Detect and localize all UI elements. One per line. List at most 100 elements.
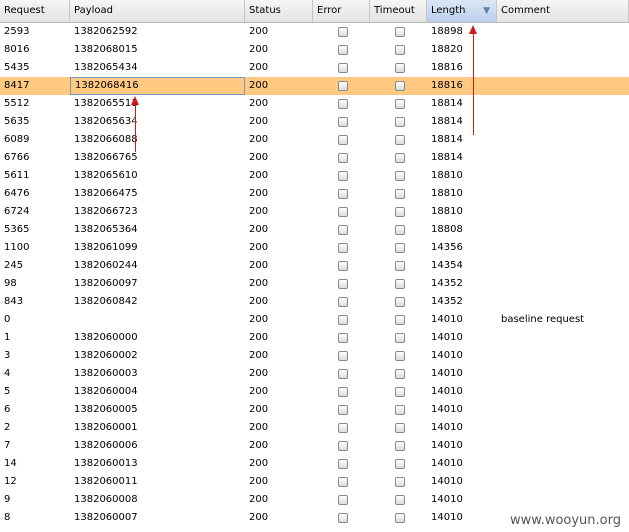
table-row[interactable]: 9 1382060008 200 14010 <box>0 491 629 509</box>
timeout-checkbox[interactable] <box>395 423 405 433</box>
column-header-payload[interactable]: Payload <box>70 0 245 22</box>
timeout-checkbox[interactable] <box>395 495 405 505</box>
error-checkbox[interactable] <box>338 459 348 469</box>
table-row[interactable]: 6766 1382066765 200 18814 <box>0 149 629 167</box>
error-checkbox[interactable] <box>338 153 348 163</box>
table-row[interactable]: 0 200 14010 baseline request <box>0 311 629 329</box>
error-checkbox[interactable] <box>338 261 348 271</box>
table-row[interactable]: 5 1382060004 200 14010 <box>0 383 629 401</box>
error-checkbox[interactable] <box>338 279 348 289</box>
error-checkbox[interactable] <box>338 171 348 181</box>
timeout-checkbox[interactable] <box>395 117 405 127</box>
error-checkbox[interactable] <box>338 81 348 91</box>
timeout-checkbox[interactable] <box>395 351 405 361</box>
timeout-checkbox[interactable] <box>395 243 405 253</box>
comment-cell <box>497 95 629 113</box>
table-row[interactable]: 4 1382060003 200 14010 <box>0 365 629 383</box>
error-checkbox[interactable] <box>338 387 348 397</box>
timeout-checkbox[interactable] <box>395 45 405 55</box>
table-row[interactable]: 8016 1382068015 200 18820 <box>0 41 629 59</box>
timeout-checkbox[interactable] <box>395 297 405 307</box>
timeout-checkbox[interactable] <box>395 63 405 73</box>
error-checkbox[interactable] <box>338 63 348 73</box>
timeout-checkbox[interactable] <box>395 441 405 451</box>
timeout-checkbox[interactable] <box>395 99 405 109</box>
payload-cell: 1382068416 <box>70 77 245 95</box>
error-checkbox[interactable] <box>338 405 348 415</box>
timeout-checkbox[interactable] <box>395 153 405 163</box>
table-row[interactable]: 6476 1382066475 200 18810 <box>0 185 629 203</box>
table-row[interactable]: 5435 1382065434 200 18816 <box>0 59 629 77</box>
error-checkbox[interactable] <box>338 477 348 487</box>
timeout-checkbox[interactable] <box>395 279 405 289</box>
request-cell: 4 <box>4 368 11 379</box>
table-row[interactable]: 6724 1382066723 200 18810 <box>0 203 629 221</box>
timeout-checkbox[interactable] <box>395 459 405 469</box>
column-header-error[interactable]: Error <box>313 0 370 22</box>
timeout-checkbox[interactable] <box>395 171 405 181</box>
request-cell: 245 <box>4 260 24 271</box>
timeout-checkbox[interactable] <box>395 27 405 37</box>
table-row[interactable]: 8417 1382068416 200 18816 <box>0 77 629 95</box>
table-row[interactable]: 6089 1382066088 200 18814 <box>0 131 629 149</box>
table-row[interactable]: 245 1382060244 200 14354 <box>0 257 629 275</box>
column-header-length[interactable]: Length ▼ <box>427 0 497 22</box>
error-checkbox[interactable] <box>338 243 348 253</box>
timeout-checkbox[interactable] <box>395 477 405 487</box>
table-row[interactable]: 5512 1382065511 200 18814 <box>0 95 629 113</box>
timeout-checkbox[interactable] <box>395 387 405 397</box>
column-header-comment[interactable]: Comment <box>497 0 629 22</box>
error-checkbox[interactable] <box>338 135 348 145</box>
error-checkbox[interactable] <box>338 423 348 433</box>
error-checkbox[interactable] <box>338 297 348 307</box>
timeout-checkbox[interactable] <box>395 261 405 271</box>
table-row[interactable]: 3 1382060002 200 14010 <box>0 347 629 365</box>
table-row[interactable]: 1100 1382061099 200 14356 <box>0 239 629 257</box>
timeout-checkbox[interactable] <box>395 513 405 523</box>
error-checkbox[interactable] <box>338 27 348 37</box>
error-checkbox[interactable] <box>338 513 348 523</box>
table-row[interactable]: 5611 1382065610 200 18810 <box>0 167 629 185</box>
table-row[interactable]: 12 1382060011 200 14010 <box>0 473 629 491</box>
timeout-checkbox[interactable] <box>395 405 405 415</box>
error-checkbox[interactable] <box>338 369 348 379</box>
timeout-checkbox[interactable] <box>395 207 405 217</box>
table-row[interactable]: 5635 1382065634 200 18814 <box>0 113 629 131</box>
error-checkbox[interactable] <box>338 333 348 343</box>
error-checkbox[interactable] <box>338 99 348 109</box>
table-row[interactable]: 98 1382060097 200 14352 <box>0 275 629 293</box>
status-cell: 200 <box>249 404 269 415</box>
timeout-checkbox[interactable] <box>395 225 405 235</box>
table-row[interactable]: 2 1382060001 200 14010 <box>0 419 629 437</box>
timeout-checkbox[interactable] <box>395 333 405 343</box>
column-header-status[interactable]: Status <box>245 0 313 22</box>
table-row[interactable]: 14 1382060013 200 14010 <box>0 455 629 473</box>
error-checkbox[interactable] <box>338 495 348 505</box>
column-header-timeout[interactable]: Timeout <box>370 0 427 22</box>
comment-cell <box>497 221 629 239</box>
error-checkbox[interactable] <box>338 441 348 451</box>
error-checkbox[interactable] <box>338 189 348 199</box>
table-row[interactable]: 843 1382060842 200 14352 <box>0 293 629 311</box>
error-checkbox[interactable] <box>338 225 348 235</box>
table-row[interactable]: 2593 1382062592 200 18898 <box>0 23 629 41</box>
comment-cell <box>497 113 629 131</box>
table-row[interactable]: 7 1382060006 200 14010 <box>0 437 629 455</box>
error-checkbox[interactable] <box>338 207 348 217</box>
request-cell: 8 <box>4 512 11 523</box>
table-row[interactable]: 5365 1382065364 200 18808 <box>0 221 629 239</box>
timeout-checkbox[interactable] <box>395 81 405 91</box>
error-checkbox[interactable] <box>338 45 348 55</box>
timeout-checkbox[interactable] <box>395 315 405 325</box>
table-row[interactable]: 6 1382060005 200 14010 <box>0 401 629 419</box>
error-checkbox[interactable] <box>338 315 348 325</box>
column-header-request[interactable]: Request <box>0 0 70 22</box>
sort-descending-icon: ▼ <box>483 6 490 16</box>
length-cell: 14010 <box>431 350 463 361</box>
error-checkbox[interactable] <box>338 117 348 127</box>
timeout-checkbox[interactable] <box>395 135 405 145</box>
timeout-checkbox[interactable] <box>395 369 405 379</box>
timeout-checkbox[interactable] <box>395 189 405 199</box>
table-row[interactable]: 1 1382060000 200 14010 <box>0 329 629 347</box>
error-checkbox[interactable] <box>338 351 348 361</box>
